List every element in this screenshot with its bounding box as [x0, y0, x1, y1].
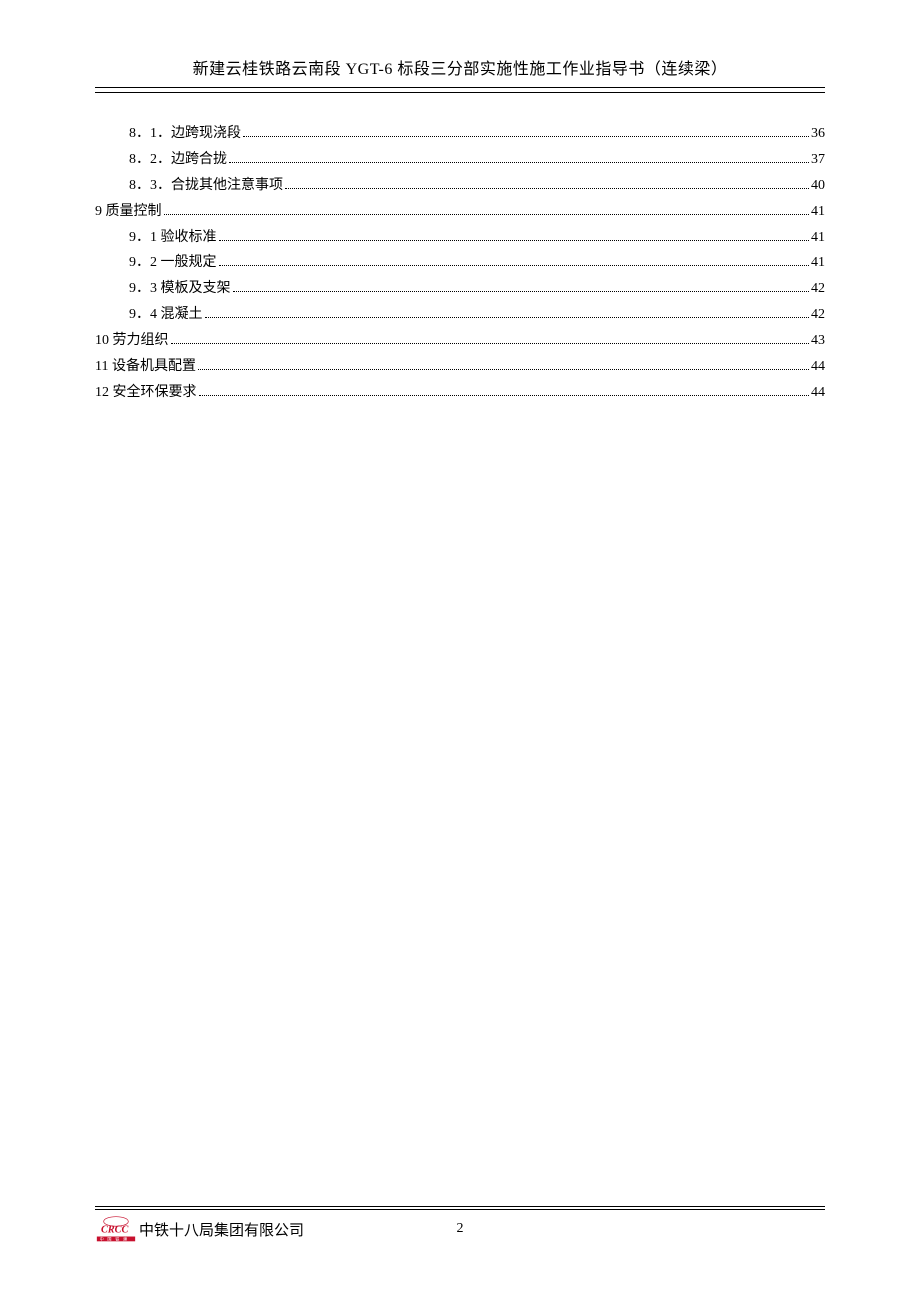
toc-entry-label: 8．1．边跨现浇段	[129, 121, 241, 147]
toc-entry-page: 41	[811, 199, 825, 225]
toc-leader-dots	[285, 188, 809, 189]
toc-entry: 10 劳力组织 43	[95, 328, 825, 354]
toc-entry-page: 37	[811, 147, 825, 173]
toc-entry: 9．4 混凝土 42	[95, 302, 825, 328]
toc-entry-label: 12 安全环保要求	[95, 380, 197, 406]
toc-entry-page: 44	[811, 380, 825, 406]
toc-entry-page: 42	[811, 276, 825, 302]
toc-entry: 11 设备机具配置 44	[95, 354, 825, 380]
toc-entry-label: 9．3 模板及支架	[129, 276, 231, 302]
toc-entry-label: 10 劳力组织	[95, 328, 169, 354]
toc-entry-page: 40	[811, 173, 825, 199]
toc-entry: 9．2 一般规定 41	[95, 250, 825, 276]
header-double-rule	[95, 92, 825, 93]
toc-entry-label: 9．1 验收标准	[129, 225, 217, 251]
toc-entry-label: 11 设备机具配置	[95, 354, 196, 380]
toc-entry: 12 安全环保要求 44	[95, 380, 825, 406]
toc-leader-dots	[233, 291, 810, 292]
toc-leader-dots	[198, 369, 809, 370]
toc-entry-label: 9 质量控制	[95, 199, 162, 225]
toc-entry-page: 44	[811, 354, 825, 380]
footer-page-number: 2	[457, 1221, 464, 1237]
toc-entry: 8．2．边跨合拢 37	[95, 147, 825, 173]
toc-entry: 8．3．合拢其他注意事项 40	[95, 173, 825, 199]
toc-leader-dots	[205, 317, 810, 318]
toc-leader-dots	[219, 240, 810, 241]
toc-entry-page: 36	[811, 121, 825, 147]
page-footer: CRCC 中 国 铁 建 中铁十八局集团有限公司 2	[95, 1206, 825, 1242]
page-header-title: 新建云桂铁路云南段 YGT-6 标段三分部实施性施工作业指导书（连续梁）	[95, 55, 825, 88]
toc-entry-label: 8．3．合拢其他注意事项	[129, 173, 283, 199]
toc-leader-dots	[164, 214, 810, 215]
toc-entry-label: 9．4 混凝土	[129, 302, 203, 328]
toc-entry-page: 43	[811, 328, 825, 354]
toc-leader-dots	[243, 136, 809, 137]
toc-entry: 9．3 模板及支架 42	[95, 276, 825, 302]
toc-entry-page: 41	[811, 225, 825, 251]
toc-entry: 9 质量控制 41	[95, 199, 825, 225]
footer-company-name: 中铁十八局集团有限公司	[139, 1219, 304, 1240]
document-page: 新建云桂铁路云南段 YGT-6 标段三分部实施性施工作业指导书（连续梁） 8．1…	[0, 0, 920, 1302]
toc-entry-label: 8．2．边跨合拢	[129, 147, 227, 173]
toc-entry-page: 42	[811, 302, 825, 328]
company-logo-icon: CRCC 中 国 铁 建	[95, 1216, 137, 1242]
svg-text:中 国 铁 建: 中 国 铁 建	[100, 1236, 129, 1242]
table-of-contents: 8．1．边跨现浇段368．2．边跨合拢378．3．合拢其他注意事项409 质量控…	[95, 121, 825, 406]
toc-entry: 8．1．边跨现浇段 36	[95, 121, 825, 147]
toc-leader-dots	[171, 343, 810, 344]
toc-leader-dots	[229, 162, 809, 163]
toc-leader-dots	[199, 395, 810, 396]
toc-entry: 9．1 验收标准 41	[95, 225, 825, 251]
toc-leader-dots	[219, 265, 810, 266]
svg-text:CRCC: CRCC	[101, 1224, 129, 1235]
toc-entry-label: 9．2 一般规定	[129, 250, 217, 276]
footer-inner: CRCC 中 国 铁 建 中铁十八局集团有限公司 2	[95, 1209, 825, 1242]
toc-entry-page: 41	[811, 250, 825, 276]
